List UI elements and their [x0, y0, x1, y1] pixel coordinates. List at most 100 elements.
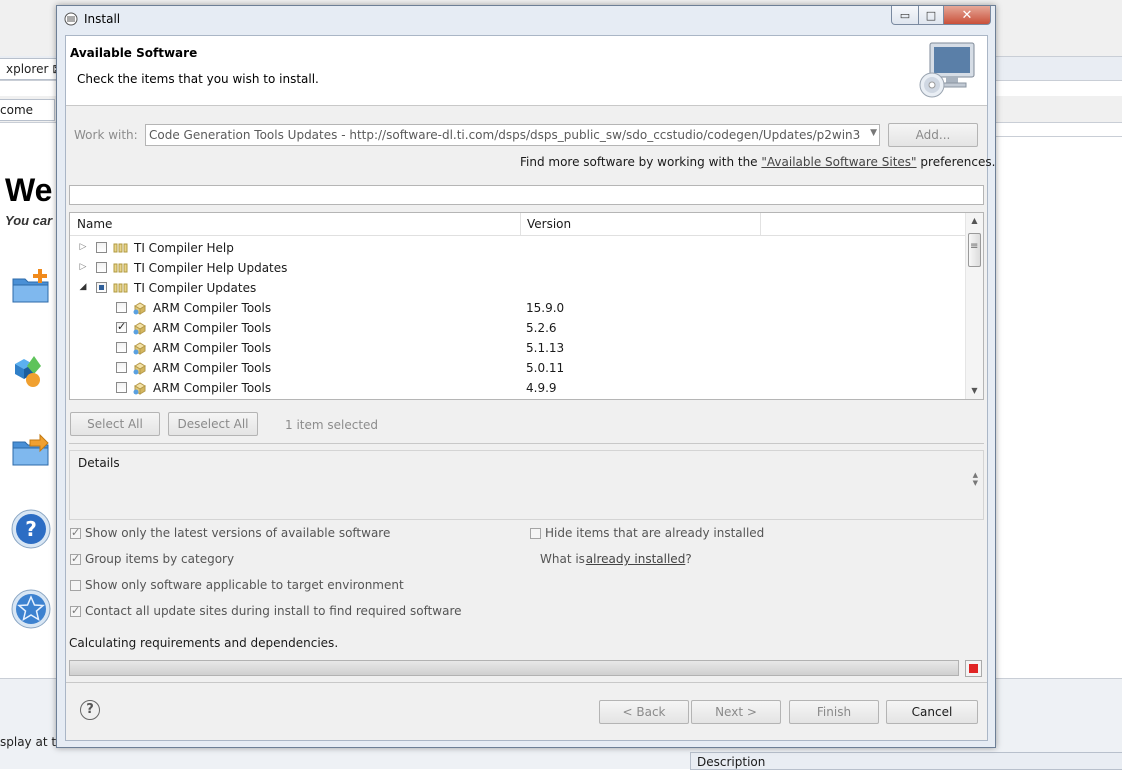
row-checkbox[interactable] [116, 362, 127, 373]
already-installed-link[interactable]: already installed [586, 552, 686, 566]
column-header-version[interactable]: Version [527, 217, 571, 231]
help-question-icon[interactable]: ? [10, 508, 52, 550]
close-button[interactable]: ✕ [944, 6, 991, 25]
dialog-content: Available Software Check the items that … [65, 35, 995, 741]
window-controls: ▭ □ ✕ [891, 6, 991, 26]
column-header-name[interactable]: Name [77, 217, 112, 231]
collapse-arrow-icon[interactable]: ◢ [78, 282, 88, 292]
expand-arrow-icon[interactable]: ▷ [78, 262, 88, 272]
finish-button[interactable]: Finish [789, 700, 879, 724]
what-installed-text: What is already installed? [540, 552, 692, 566]
help-icon[interactable]: ? [80, 700, 100, 720]
hide-installed-label: Hide items that are already installed [545, 526, 765, 540]
deselect-all-button[interactable]: Deselect All [168, 412, 258, 436]
welcome-heading: We [5, 172, 53, 208]
what-installed-suffix: ? [685, 552, 692, 566]
ide-divider [996, 136, 1122, 137]
page-subtitle: Check the items that you wish to install… [77, 72, 319, 86]
group-by-category-checkbox[interactable] [70, 552, 81, 565]
package-update-icon [133, 342, 146, 355]
category-icon [113, 243, 128, 253]
stop-operation-button[interactable] [965, 660, 982, 677]
description-tab[interactable]: Description [690, 752, 1122, 770]
scroll-up-icon[interactable]: ▲ [966, 213, 983, 229]
minimize-button[interactable]: ▭ [891, 6, 919, 25]
tree-row-package[interactable]: ARM Compiler Tools 15.9.0 [70, 298, 966, 318]
find-more-prefix: Find more software by working with the [520, 155, 758, 169]
tree-scrollbar[interactable]: ▲ ▼ [965, 213, 983, 399]
contact-sites-checkbox[interactable] [70, 604, 81, 617]
work-with-value: Code Generation Tools Updates - http://s… [149, 128, 861, 142]
hide-installed-checkbox[interactable] [530, 528, 541, 539]
column-separator[interactable] [760, 213, 761, 235]
row-name: ARM Compiler Tools [153, 361, 272, 375]
eclipse-app-icon [64, 12, 78, 26]
row-name: ARM Compiler Tools [153, 321, 272, 335]
row-checkbox[interactable] [116, 342, 127, 353]
details-spinner-icon[interactable]: ▲ ▼ [973, 471, 978, 487]
welcome-tab[interactable]: come [0, 99, 55, 121]
latest-versions-label: Show only the latest versions of availab… [85, 526, 391, 540]
contact-sites-label: Contact all update sites during install … [85, 604, 462, 618]
add-site-button[interactable]: Add... [888, 123, 978, 147]
row-checkbox[interactable] [96, 262, 107, 273]
import-folder-icon[interactable] [10, 428, 52, 470]
target-environment-label: Show only software applicable to target … [85, 578, 404, 592]
tree-row-package[interactable]: ARM Compiler Tools 5.1.13 [70, 338, 966, 358]
tutorial-star-icon[interactable] [10, 588, 52, 630]
filter-input[interactable] [69, 185, 984, 205]
page-title: Available Software [70, 46, 198, 60]
expand-arrow-icon[interactable]: ▷ [78, 242, 88, 252]
category-icon [113, 263, 128, 273]
details-text-area[interactable] [70, 476, 983, 519]
details-label: Details [78, 456, 120, 470]
row-checkbox[interactable] [96, 282, 107, 293]
new-project-folder-icon[interactable] [10, 265, 52, 307]
examples-cubes-icon[interactable] [10, 350, 52, 392]
next-button[interactable]: Next > [691, 700, 781, 724]
scroll-down-icon[interactable]: ▼ [966, 383, 983, 399]
work-with-combo[interactable]: Code Generation Tools Updates - http://s… [145, 124, 880, 146]
available-software-sites-link[interactable]: "Available Software Sites" [761, 155, 916, 169]
work-with-label: Work with: [74, 128, 138, 142]
tree-header: Name Version [70, 213, 966, 236]
package-update-icon [133, 322, 146, 335]
ide-status-text: splay at th [0, 735, 64, 749]
row-version: 15.9.0 [526, 301, 565, 315]
dialog-title-bar[interactable]: Install ▭ □ ✕ [57, 6, 995, 34]
find-more-suffix: preferences. [920, 155, 996, 169]
column-separator[interactable] [520, 213, 521, 235]
row-checkbox[interactable] [116, 302, 127, 313]
tree-row-package[interactable]: ARM Compiler Tools 5.0.11 [70, 358, 966, 378]
tree-row-package[interactable]: ARM Compiler Tools 5.2.6 [70, 318, 966, 338]
tree-row-category[interactable]: ◢ TI Compiler Updates [70, 278, 966, 298]
maximize-button[interactable]: □ [919, 6, 944, 25]
category-icon [113, 283, 128, 293]
group-by-category-label: Group items by category [85, 552, 235, 566]
welcome-tab-label: come [0, 103, 34, 117]
row-checkbox[interactable] [116, 382, 127, 393]
cancel-button[interactable]: Cancel [886, 700, 978, 724]
progress-status-text: Calculating requirements and dependencie… [69, 636, 339, 650]
row-checkbox[interactable] [116, 320, 127, 333]
latest-versions-checkbox[interactable] [70, 526, 81, 539]
tree-row-category[interactable]: ▷ TI Compiler Help Updates [70, 258, 966, 278]
dialog-title: Install [84, 12, 121, 26]
welcome-subheading: You car [5, 213, 53, 228]
wizard-header: Available Software Check the items that … [66, 36, 987, 106]
install-dialog: Install ▭ □ ✕ Available Software Check t… [56, 5, 996, 748]
chevron-down-icon[interactable]: ▼ [870, 128, 877, 138]
row-version: 5.2.6 [526, 321, 557, 335]
select-all-button[interactable]: Select All [70, 412, 160, 436]
target-environment-checkbox[interactable] [70, 580, 81, 591]
minimize-icon: ▭ [899, 8, 911, 22]
tree-row-category[interactable]: ▷ TI Compiler Help [70, 238, 966, 258]
scroll-thumb[interactable] [968, 233, 981, 267]
back-button[interactable]: < Back [599, 700, 689, 724]
row-name: TI Compiler Updates [134, 281, 257, 295]
row-name: ARM Compiler Tools [153, 341, 272, 355]
button-bar-divider [66, 682, 987, 683]
tree-row-package[interactable]: ARM Compiler Tools 4.9.9 [70, 378, 966, 398]
find-more-text: Find more software by working with the "… [520, 155, 995, 169]
row-checkbox[interactable] [96, 242, 107, 253]
